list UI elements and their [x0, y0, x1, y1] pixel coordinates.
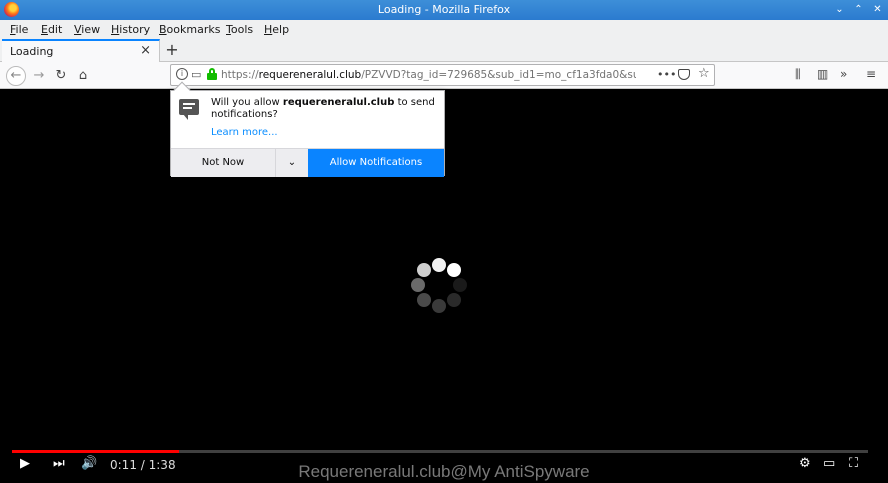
- menu-bookmarks[interactable]: Bookmarks: [159, 23, 220, 36]
- loading-spinner-icon: [409, 257, 469, 317]
- title-bar: Loading - Mozilla Firefox ⌄ ⌃ ✕: [0, 0, 888, 20]
- chevron-down-icon[interactable]: ⌄: [276, 149, 308, 177]
- menu-file[interactable]: File: [10, 23, 28, 36]
- menu-bar: File Edit View History Bookmarks Tools H…: [0, 20, 888, 39]
- hamburger-menu-icon[interactable]: ≡: [866, 67, 876, 81]
- maximize-button[interactable]: ⌃: [851, 2, 866, 17]
- tab-loading[interactable]: Loading ×: [2, 39, 160, 62]
- info-icon[interactable]: i: [176, 68, 188, 80]
- sidebar-icon[interactable]: ▥: [817, 67, 828, 81]
- back-arrow-icon[interactable]: ←: [6, 66, 26, 86]
- home-icon[interactable]: ⌂: [73, 66, 93, 86]
- navigation-bar: ← → ↻ ⌂ i ▭ https://requereneralul.club/…: [0, 62, 888, 89]
- bookmark-star-icon[interactable]: ☆: [698, 66, 710, 81]
- notification-permission-popup: Will you allow requereneralul.club to se…: [170, 81, 445, 177]
- permission-message: Will you allow requereneralul.club to se…: [211, 97, 435, 120]
- video-progress-fill: [12, 450, 179, 453]
- tab-close-icon[interactable]: ×: [140, 43, 151, 58]
- notification-bubble-icon[interactable]: ▭: [191, 68, 204, 81]
- lock-icon[interactable]: [207, 68, 217, 80]
- close-window-button[interactable]: ✕: [870, 2, 885, 17]
- url-text[interactable]: https://requereneralul.club/PZVVD?tag_id…: [221, 69, 636, 81]
- pocket-icon[interactable]: [678, 69, 690, 80]
- menu-tools[interactable]: Tools: [226, 23, 253, 36]
- allow-notifications-button[interactable]: Allow Notifications: [308, 149, 444, 177]
- not-now-button[interactable]: Not Now: [171, 149, 276, 177]
- learn-more-link[interactable]: Learn more...: [211, 127, 278, 138]
- tab-label: Loading: [10, 45, 54, 58]
- forward-arrow-icon[interactable]: →: [29, 66, 49, 86]
- menu-edit[interactable]: Edit: [41, 23, 62, 36]
- menu-history[interactable]: History: [111, 23, 150, 36]
- new-tab-button[interactable]: +: [162, 39, 182, 61]
- popup-footer: Not Now ⌄ Allow Notifications: [171, 148, 444, 177]
- overflow-chevron-icon[interactable]: »: [840, 67, 847, 81]
- window-title: Loading - Mozilla Firefox: [377, 3, 511, 16]
- menu-view[interactable]: View: [74, 23, 100, 36]
- chat-bubble-icon: [179, 99, 199, 120]
- url-bar[interactable]: i ▭ https://requereneralul.club/PZVVD?ta…: [170, 64, 715, 86]
- reload-icon[interactable]: ↻: [51, 66, 71, 86]
- tab-bar: Loading × +: [0, 39, 888, 62]
- library-icon[interactable]: ⫼: [795, 67, 801, 82]
- menu-help[interactable]: Help: [264, 23, 289, 36]
- minimize-button[interactable]: ⌄: [832, 2, 847, 17]
- watermark-text: Requereneralul.club@My AntiSpyware: [298, 462, 590, 481]
- video-progress-bar[interactable]: [12, 450, 868, 453]
- page-actions-icon[interactable]: •••: [657, 68, 676, 81]
